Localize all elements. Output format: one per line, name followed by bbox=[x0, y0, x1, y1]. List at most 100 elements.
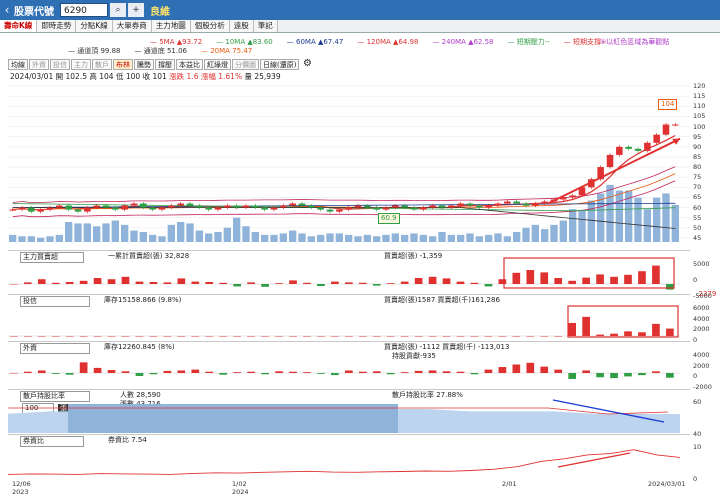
foreign-bar bbox=[247, 371, 255, 373]
trust-bar bbox=[484, 336, 493, 337]
candle-body bbox=[606, 154, 614, 168]
main-force-bar bbox=[121, 276, 130, 284]
foreign-bar bbox=[79, 362, 88, 373]
trust-bar bbox=[526, 336, 535, 337]
indicator-tab-5[interactable]: 布林 bbox=[113, 59, 133, 70]
trust-axis-label-0: 6000 bbox=[693, 304, 710, 312]
candle-body bbox=[298, 203, 306, 206]
volume-bar bbox=[27, 236, 35, 242]
main-force-bar bbox=[540, 272, 549, 284]
tab-5[interactable]: 個股分析 bbox=[190, 20, 230, 32]
main-force-bar bbox=[79, 280, 88, 284]
volume-bar bbox=[65, 222, 73, 242]
volume-bar bbox=[93, 226, 101, 242]
main-force-bar bbox=[554, 278, 563, 284]
foreign-bar bbox=[205, 371, 214, 373]
tab-1[interactable]: 即時走勢 bbox=[37, 20, 77, 32]
add-icon[interactable]: + bbox=[128, 3, 144, 17]
volume-bar bbox=[261, 234, 269, 242]
ma-legend-item-0: — 通道頂 99.88 bbox=[68, 47, 121, 55]
foreign-bar bbox=[428, 370, 437, 373]
retail-axis-label-1: 40 bbox=[693, 430, 702, 438]
indicator-tab-7[interactable]: 撐壓 bbox=[155, 59, 175, 70]
tab-4[interactable]: 主力地圖 bbox=[151, 20, 191, 32]
main-force-bar bbox=[400, 281, 409, 284]
search-icon[interactable]: ⌕ bbox=[110, 3, 126, 17]
indicator-tab-0[interactable]: 均線 bbox=[8, 59, 28, 70]
candle-body bbox=[410, 207, 418, 210]
main-force-bar bbox=[93, 278, 102, 284]
volume-bar bbox=[345, 234, 353, 242]
foreign-bar bbox=[624, 373, 632, 377]
candle-body bbox=[569, 195, 576, 198]
candle-body bbox=[177, 203, 184, 206]
candle-body bbox=[532, 203, 539, 206]
candle-body bbox=[214, 207, 222, 210]
indicator-tab-2[interactable]: 投信 bbox=[50, 59, 70, 70]
indicator-tab-8[interactable]: 本益比 bbox=[176, 59, 203, 70]
candle-body bbox=[280, 205, 287, 208]
back-icon[interactable]: ‹ bbox=[0, 0, 14, 20]
volume-bar bbox=[634, 197, 642, 242]
trust-bar bbox=[512, 336, 521, 337]
ohlc-date: 2024/03/01 bbox=[10, 72, 54, 81]
trust-bar bbox=[470, 336, 479, 337]
foreign-bar bbox=[345, 370, 353, 373]
foreign-bar bbox=[358, 371, 367, 373]
retail-text3: 散戶持股比率 27.88% bbox=[392, 391, 463, 399]
candle-body bbox=[466, 203, 474, 206]
stock-code-input[interactable]: 6290 bbox=[60, 3, 108, 17]
foreign-bar bbox=[596, 373, 604, 378]
candle-body bbox=[644, 142, 651, 151]
main-force-bar bbox=[638, 271, 646, 284]
trust-bar bbox=[456, 336, 465, 337]
candle-body bbox=[289, 203, 296, 206]
ohlc-high: 高 104 bbox=[89, 72, 114, 81]
main-force-bar bbox=[205, 282, 214, 284]
tab-6[interactable]: 遠股 bbox=[229, 20, 254, 32]
indicator-tab-1[interactable]: 外資 bbox=[29, 59, 49, 70]
main-force-bar bbox=[163, 282, 172, 284]
indicator-tab-10[interactable]: 分價圖 bbox=[232, 59, 259, 70]
ma-legend-item-2: — 20MA 75.47 bbox=[201, 47, 253, 55]
indicator-tab-3[interactable]: 主力 bbox=[71, 59, 91, 70]
candle-body bbox=[354, 205, 362, 208]
main-force-text1: 一累計買賣超(張) 32,828 bbox=[108, 252, 190, 260]
tab-7[interactable]: 筆記 bbox=[253, 20, 278, 32]
x-axis-label-0: 12/06 bbox=[12, 480, 31, 488]
candle-body bbox=[392, 205, 399, 208]
tab-0[interactable]: 壽命K線 bbox=[0, 20, 38, 32]
main-force-bar bbox=[456, 281, 465, 284]
foreign-bar bbox=[470, 373, 479, 375]
trust-bar bbox=[275, 336, 283, 337]
trust-text2: 買賣超(張)1587 買賣超(千)161,286 bbox=[384, 296, 500, 304]
price-axis-label-9: 75 bbox=[693, 173, 702, 182]
volume-bar bbox=[513, 232, 521, 242]
volume-bar bbox=[9, 234, 17, 242]
indicator-tab-6[interactable]: 騰勢 bbox=[134, 59, 154, 70]
volume-bar bbox=[102, 223, 110, 242]
trust-bar bbox=[652, 323, 660, 336]
price-chart[interactable] bbox=[8, 82, 690, 250]
indicator-tab-11[interactable]: 日線(還原) bbox=[260, 59, 300, 70]
main-tabs: 壽命K線 即時走勢 分點K線 大單券商 主力地圖 個股分析 遠股 筆記 bbox=[0, 20, 720, 33]
gear-icon[interactable]: ⚙ bbox=[303, 58, 312, 69]
volume-bar bbox=[475, 236, 483, 242]
main-force-bar bbox=[191, 281, 200, 284]
volume-bar bbox=[37, 237, 45, 242]
main-force-bar bbox=[624, 274, 632, 284]
margin-text1: 券資比 7.54 bbox=[108, 436, 147, 444]
volume-bar bbox=[354, 236, 362, 242]
candle-body bbox=[429, 205, 436, 208]
candle-body bbox=[252, 205, 259, 208]
candle-body bbox=[326, 209, 334, 212]
candle-body bbox=[522, 203, 530, 206]
tab-3[interactable]: 大單券商 bbox=[112, 20, 152, 32]
indicator-tab-4[interactable]: 散戶 bbox=[92, 59, 112, 70]
trust-bar bbox=[121, 336, 130, 337]
main-force-bar bbox=[261, 284, 269, 287]
foreign-bar bbox=[289, 371, 297, 373]
tab-2[interactable]: 分點K線 bbox=[76, 20, 113, 32]
indicator-tab-9[interactable]: 紅綠燈 bbox=[204, 59, 231, 70]
trust-bar bbox=[303, 336, 311, 337]
